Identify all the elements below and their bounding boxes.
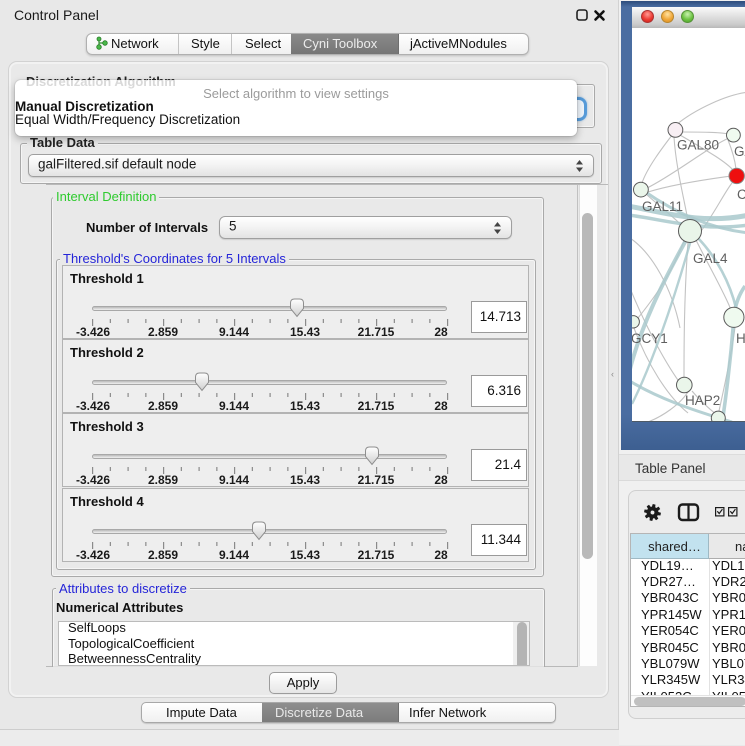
svg-text:C: C [737,187,745,202]
svg-text:GAL4: GAL4 [693,251,728,266]
svg-text:HAP2: HAP2 [685,393,720,408]
svg-text:GA: GA [734,144,745,159]
svg-text:GAL80: GAL80 [677,138,719,153]
svg-text:GCY1: GCY1 [632,331,668,346]
svg-text:GAL11: GAL11 [642,199,683,214]
svg-text:H: H [736,331,745,346]
